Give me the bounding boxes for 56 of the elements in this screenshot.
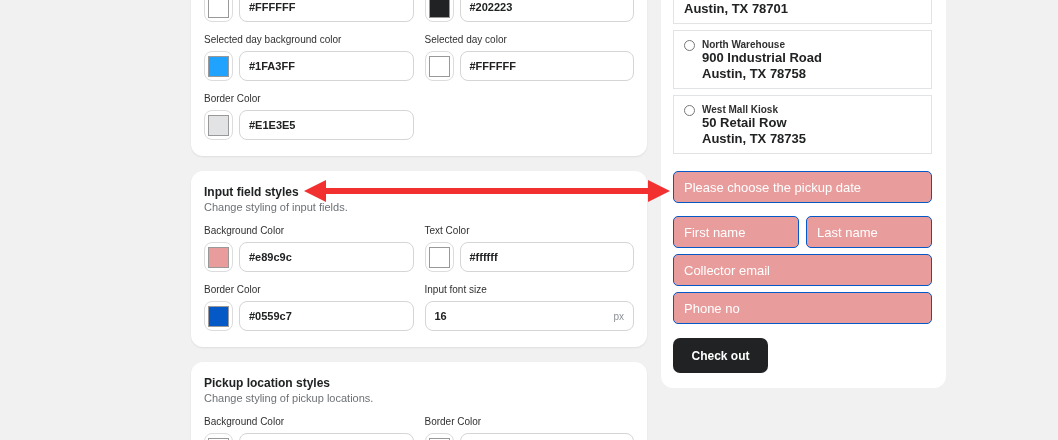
checkout-button[interactable]: Check out	[673, 338, 768, 373]
section-title: Pickup location styles	[204, 376, 331, 390]
color-swatch	[428, 55, 450, 77]
section-subtitle: Change styling of input fields.	[204, 201, 348, 213]
input-field[interactable]: 16 px	[424, 301, 634, 331]
input-field[interactable]: #0559c7	[239, 301, 414, 331]
location-address: Austin, TX 78758	[702, 66, 808, 82]
color-picker-button[interactable]	[204, 51, 233, 81]
radio-button[interactable]	[684, 40, 695, 51]
color-swatch	[208, 114, 229, 136]
input-field[interactable]: #e89c9c	[239, 242, 414, 272]
color-picker-button[interactable]	[204, 110, 233, 140]
color-picker-button[interactable]	[424, 0, 454, 22]
input-field[interactable]: #1FA3FF	[239, 51, 414, 81]
pickup-location-option[interactable]: Austin, TX 78701	[673, 0, 932, 24]
field-label: Selected day background color	[204, 34, 343, 45]
color-picker-button[interactable]	[204, 301, 233, 331]
section-title: Input field styles	[204, 185, 299, 199]
location-address: 50 Retail Row	[702, 115, 788, 131]
input-field[interactable]: #FFFFFF	[459, 51, 634, 81]
field-label: Selected day color	[424, 34, 508, 45]
field-label: Border Color	[424, 416, 483, 427]
color-swatch	[208, 305, 229, 327]
color-picker-button[interactable]	[204, 0, 233, 22]
input-field[interactable]: #E1E3E5	[239, 110, 414, 140]
field-label: Border Color	[204, 93, 262, 104]
color-swatch	[428, 246, 450, 268]
color-picker-button[interactable]	[424, 51, 454, 81]
field-label: Background Color	[204, 225, 286, 236]
input-field[interactable]: #202223	[459, 0, 634, 22]
color-picker-button[interactable]	[424, 242, 454, 272]
last-name-field[interactable]: Last name	[806, 216, 932, 248]
radio-button[interactable]	[684, 105, 695, 116]
pickup-date-field[interactable]: Please choose the pickup date	[673, 171, 932, 203]
input-field[interactable]: #ffffff	[459, 242, 634, 272]
field-label: Text Color	[424, 225, 471, 236]
email-field[interactable]: Collector email	[673, 254, 932, 286]
color-swatch	[208, 246, 229, 268]
pickup-location-option[interactable]: West Mall Kiosk 50 Retail Row Austin, TX 78735	[673, 95, 932, 154]
location-address: Austin, TX 78735	[702, 131, 807, 147]
phone-field[interactable]: Phone no	[673, 292, 932, 324]
color-swatch	[428, 0, 450, 18]
location-name: West Mall Kiosk	[702, 104, 779, 115]
section-subtitle: Change styling of pickup locations.	[204, 392, 374, 404]
location-address: Austin, TX 78701	[684, 1, 789, 17]
field-label: Border Color	[204, 284, 262, 295]
unit-label: px	[613, 310, 624, 322]
color-swatch	[208, 55, 229, 77]
color-picker-button[interactable]	[204, 242, 233, 272]
pickup-location-option[interactable]: North Warehouse 900 Industrial Road Austin, TX 78758	[673, 30, 932, 89]
location-name: North Warehouse	[702, 39, 786, 50]
field-label: Background Color	[204, 416, 286, 427]
input-field[interactable]: #FFFFFF	[239, 0, 414, 22]
location-address: 900 Industrial Road	[702, 50, 822, 66]
first-name-field[interactable]: First name	[673, 216, 799, 248]
field-label: Input font size	[424, 284, 488, 295]
